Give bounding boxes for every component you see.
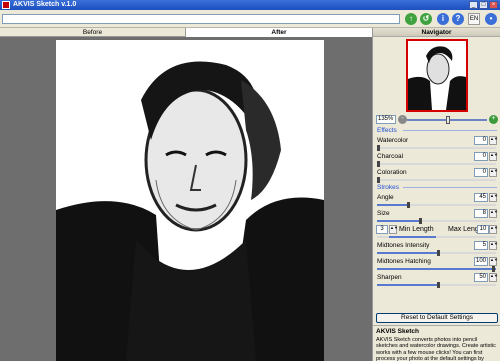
midtones-hatching-field[interactable]: 100 — [474, 257, 488, 266]
help-box: AKVIS Sketch AKVIS Sketch converts photo… — [373, 325, 500, 361]
language-button[interactable]: EN — [468, 13, 480, 25]
maximize-button[interactable]: □ — [479, 1, 488, 9]
navigator-title: Navigator — [373, 28, 500, 37]
thumbnail-image — [408, 41, 466, 110]
watercolor-slider[interactable] — [377, 145, 496, 151]
midtones-intensity-label: Midtones Intensity — [377, 242, 430, 249]
min-length-label: Min Length — [399, 226, 434, 233]
coloration-label: Coloration — [377, 169, 407, 176]
size-spinner[interactable]: ▲▼ — [489, 209, 498, 218]
midtones-intensity-field[interactable]: 5 — [474, 241, 488, 250]
length-range-slider[interactable] — [377, 236, 496, 238]
coloration-slider[interactable] — [377, 177, 496, 183]
sharpen-label: Sharpen — [377, 274, 402, 281]
zoom-out-icon[interactable]: - — [398, 115, 407, 124]
charcoal-spinner[interactable]: ▲▼ — [489, 152, 498, 161]
settings-panel: Navigator 135% - + Effects Watercolor 0 … — [372, 28, 500, 361]
image-area: Before After — [0, 28, 372, 361]
sharpen-spinner[interactable]: ▲▼ — [489, 273, 498, 282]
angle-field[interactable]: 45 — [474, 193, 488, 202]
length-range: 3 ▲▼ Min Length Max Length 10 ▲▼ — [376, 225, 498, 241]
size-slider[interactable] — [377, 218, 496, 224]
zoom-slider-handle[interactable] — [446, 116, 450, 124]
navigator-thumbnail[interactable] — [406, 39, 468, 112]
sketch-portrait-image — [56, 40, 324, 361]
window-title: AKVIS Sketch v.1.0 — [13, 1, 77, 8]
angle-spinner[interactable]: ▲▼ — [489, 193, 498, 202]
effects-title: Effects — [377, 127, 397, 134]
strokes-divider — [403, 187, 497, 188]
view-tabs: Before After — [0, 28, 372, 37]
watercolor-spinner[interactable]: ▲▼ — [489, 136, 498, 145]
run-icon[interactable]: ↺ — [420, 13, 432, 25]
app-logo-icon — [2, 1, 10, 9]
tab-after[interactable]: After — [186, 28, 372, 37]
coloration-spinner[interactable]: ▲▼ — [489, 168, 498, 177]
sharpen-slider[interactable] — [377, 282, 496, 288]
angle-slider[interactable] — [377, 202, 496, 208]
midtones-intensity-slider[interactable] — [377, 250, 496, 256]
effects-divider — [403, 130, 497, 131]
image-path-field[interactable] — [2, 14, 400, 24]
navigator — [373, 37, 500, 115]
max-length-spinner[interactable]: ▲▼ — [489, 225, 498, 234]
about-icon[interactable]: • — [485, 13, 497, 25]
sketch-canvas[interactable] — [56, 40, 324, 361]
midtones-hatching-slider[interactable] — [377, 266, 496, 272]
help-icon[interactable]: ? — [452, 13, 464, 25]
help-title: AKVIS Sketch — [376, 328, 419, 335]
size-field[interactable]: 8 — [474, 209, 488, 218]
zoom-row: 135% - + — [373, 114, 500, 126]
help-text: AKVIS Sketch converts photos into pencil… — [376, 337, 496, 361]
tab-before[interactable]: Before — [0, 28, 186, 37]
reset-defaults-button[interactable]: Reset to Default Settings — [376, 313, 498, 323]
zoom-in-icon[interactable]: + — [489, 115, 498, 124]
info-icon[interactable]: i — [437, 13, 449, 25]
midtones-hatching-spinner[interactable]: ▲▼ — [489, 257, 498, 266]
charcoal-field[interactable]: 0 — [474, 152, 488, 161]
max-length-field[interactable]: 10 — [477, 225, 489, 234]
min-length-spinner[interactable]: ▲▼ — [389, 225, 398, 234]
watercolor-field[interactable]: 0 — [474, 136, 488, 145]
angle-label: Angle — [377, 194, 394, 201]
watercolor-label: Watercolor — [377, 137, 409, 144]
zoom-field[interactable]: 135% — [376, 115, 396, 124]
title-bar: AKVIS Sketch v.1.0 _ □ × — [0, 0, 500, 10]
charcoal-label: Charcoal — [377, 153, 404, 160]
minimize-button[interactable]: _ — [469, 1, 478, 9]
midtones-intensity-spinner[interactable]: ▲▼ — [489, 241, 498, 250]
charcoal-slider[interactable] — [377, 161, 496, 167]
sharpen-field[interactable]: 50 — [474, 273, 488, 282]
coloration-field[interactable]: 0 — [474, 168, 488, 177]
midtones-hatching-label: Midtones Hatching — [377, 258, 431, 265]
close-button[interactable]: × — [489, 1, 498, 9]
open-icon[interactable]: ↑ — [405, 13, 417, 25]
size-label: Size — [377, 210, 390, 217]
strokes-title: Strokes — [377, 184, 400, 191]
toolbar: ↑ ↺ i ? EN • — [0, 10, 500, 28]
min-length-field[interactable]: 3 — [376, 225, 388, 234]
